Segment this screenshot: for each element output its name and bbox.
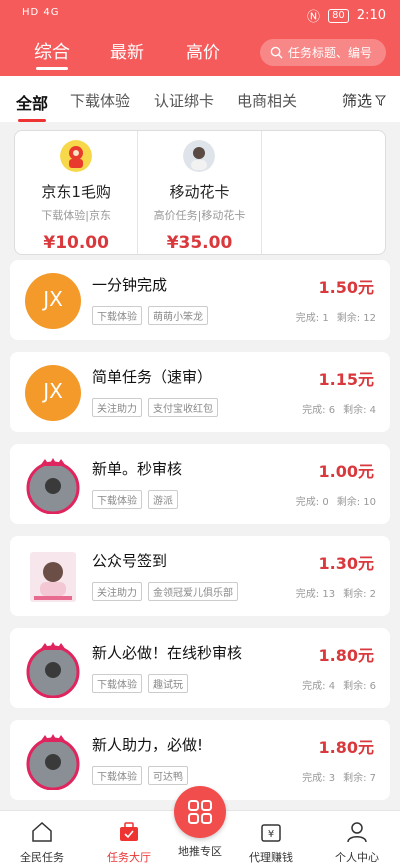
lucky-god-icon <box>60 140 93 172</box>
featured-price: ¥35.00 <box>166 233 233 253</box>
filter-icon <box>375 95 386 106</box>
task-remaining: 剩余: 7 <box>343 773 376 784</box>
featured-card[interactable]: 京东1毛购 下载体验|京东 ¥10.00 <box>15 131 139 254</box>
tab-ecommerce[interactable]: 电商相关 <box>237 90 297 111</box>
briefcase-icon <box>120 822 138 841</box>
task-remaining: 剩余: 10 <box>336 497 376 508</box>
task-tag: 关注助力 <box>92 582 142 601</box>
status-bar: HD 4G Ⓝ 80 2:10 <box>0 0 400 28</box>
tab-newest[interactable]: 最新 <box>110 38 144 63</box>
crown-avatar <box>26 458 80 514</box>
nav-label: 任务大厅 <box>107 851 151 864</box>
task-tag: 萌萌小笨龙 <box>148 306 208 325</box>
tab-all[interactable]: 全部 <box>16 90 48 122</box>
tab-verify[interactable]: 认证绑卡 <box>154 90 214 111</box>
task-tag: 下载体验 <box>92 766 142 785</box>
task-card[interactable]: 新单。秒审核 1.00元 下载体验 游派 完成: 0 剩余: 10 <box>10 444 390 524</box>
photo-avatar-icon <box>183 140 216 172</box>
task-title: 公众号签到 <box>92 552 168 570</box>
task-price: 1.80元 <box>318 646 374 665</box>
grid-icon <box>188 800 212 824</box>
nav-label: 地推专区 <box>178 845 222 858</box>
task-tag: 游派 <box>148 490 178 509</box>
task-price: 1.80元 <box>318 738 374 757</box>
task-remaining: 剩余: 12 <box>336 313 376 324</box>
task-tag: 金领冠爱儿俱乐部 <box>148 582 238 601</box>
nav-label: 代理赚钱 <box>249 851 293 864</box>
task-price: 1.00元 <box>318 462 374 481</box>
task-card[interactable]: JX 简单任务（速审） 1.15元 关注助力 支付宝收红包 完成: 6 剩余: 4 <box>10 352 390 432</box>
task-price: 1.30元 <box>318 554 374 573</box>
category-tabs: 全部 下载体验 认证绑卡 电商相关 筛选 <box>0 76 400 122</box>
svg-text:JX: JX <box>41 287 63 311</box>
app-header: HD 4G Ⓝ 80 2:10 综合 最新 高价 任务标题、编号 <box>0 0 400 76</box>
featured-card[interactable]: 移动花卡 高价任务|移动花卡 ¥35.00 <box>138 131 262 254</box>
task-price: 1.50元 <box>318 278 374 297</box>
filter-label: 筛选 <box>341 92 372 110</box>
featured-price: ¥10.00 <box>43 233 109 253</box>
task-remaining: 剩余: 6 <box>343 681 376 692</box>
battery-icon: 80 <box>328 8 349 23</box>
person-icon <box>347 822 367 843</box>
task-tag: 下载体验 <box>92 490 142 509</box>
photo-avatar <box>30 552 76 602</box>
search-icon <box>270 46 283 59</box>
featured-title: 移动花卡 <box>169 183 230 201</box>
task-title: 新人助力，必做! <box>92 736 204 754</box>
task-completed: 完成: 13 <box>295 589 336 600</box>
tab-high-price[interactable]: 高价 <box>186 38 220 63</box>
nav-promotion[interactable]: 地推专区 <box>160 843 240 859</box>
featured-subtitle: 下载体验|京东 <box>41 209 112 222</box>
task-completed: 完成: 1 <box>295 313 329 324</box>
nav-label: 个人中心 <box>335 851 379 864</box>
house-icon <box>32 821 52 842</box>
task-tag: 下载体验 <box>92 306 142 325</box>
task-completed: 完成: 0 <box>295 497 329 508</box>
task-title: 简单任务（速审） <box>92 368 213 386</box>
crown-avatar <box>26 642 80 698</box>
task-card[interactable]: 新人必做！在线秒审核 1.80元 下载体验 趣试玩 完成: 4 剩余: 6 <box>10 628 390 708</box>
task-tag: 支付宝收红包 <box>148 398 218 417</box>
nav-all-tasks[interactable]: 全民任务 <box>2 821 82 865</box>
svg-text:¥: ¥ <box>268 829 274 840</box>
task-card[interactable]: JX 一分钟完成 1.50元 下载体验 萌萌小笨龙 完成: 1 剩余: 12 <box>10 260 390 340</box>
crown-avatar <box>26 734 80 790</box>
task-title: 新人必做！在线秒审核 <box>92 644 243 662</box>
task-title: 新单。秒审核 <box>92 460 183 478</box>
featured-title: 京东1毛购 <box>41 183 111 201</box>
search-input[interactable]: 任务标题、编号 <box>260 39 386 66</box>
task-tag: 下载体验 <box>92 674 142 693</box>
nfc-icon: Ⓝ <box>307 10 321 25</box>
task-tag: 关注助力 <box>92 398 142 417</box>
orange-logo-avatar: JX <box>25 273 81 329</box>
search-placeholder: 任务标题、编号 <box>288 46 373 60</box>
featured-tasks: 京东1毛购 下载体验|京东 ¥10.00 移动花卡 高价任务|移动花卡 ¥35.… <box>14 130 386 255</box>
promotion-center-button[interactable] <box>174 786 226 838</box>
task-tag: 可达鸭 <box>148 766 188 785</box>
task-tag: 趣试玩 <box>148 674 188 693</box>
featured-subtitle: 高价任务|移动花卡 <box>153 209 246 222</box>
task-card[interactable]: 公众号签到 1.30元 关注助力 金领冠爱儿俱乐部 完成: 13 剩余: 2 <box>10 536 390 616</box>
svg-text:JX: JX <box>41 379 63 403</box>
task-title: 一分钟完成 <box>92 276 168 294</box>
task-remaining: 剩余: 2 <box>343 589 376 600</box>
task-remaining: 剩余: 4 <box>343 405 376 416</box>
task-price: 1.15元 <box>318 370 374 389</box>
task-completed: 完成: 6 <box>302 405 336 416</box>
featured-card-empty <box>262 131 385 254</box>
nav-profile[interactable]: 个人中心 <box>317 821 397 865</box>
nav-label: 全民任务 <box>20 851 64 864</box>
task-completed: 完成: 3 <box>302 773 336 784</box>
network-indicator: HD 4G <box>22 7 60 18</box>
task-completed: 完成: 4 <box>302 681 336 692</box>
tab-download[interactable]: 下载体验 <box>70 90 130 111</box>
nav-task-hall[interactable]: 任务大厅 <box>89 821 169 865</box>
money-icon: ¥ <box>261 824 281 842</box>
clock: 2:10 <box>356 8 386 23</box>
tab-comprehensive[interactable]: 综合 <box>34 38 70 70</box>
filter-button[interactable]: 筛选 <box>342 90 386 111</box>
orange-logo-avatar: JX <box>25 365 81 421</box>
nav-agent[interactable]: ¥ 代理赚钱 <box>231 821 311 865</box>
